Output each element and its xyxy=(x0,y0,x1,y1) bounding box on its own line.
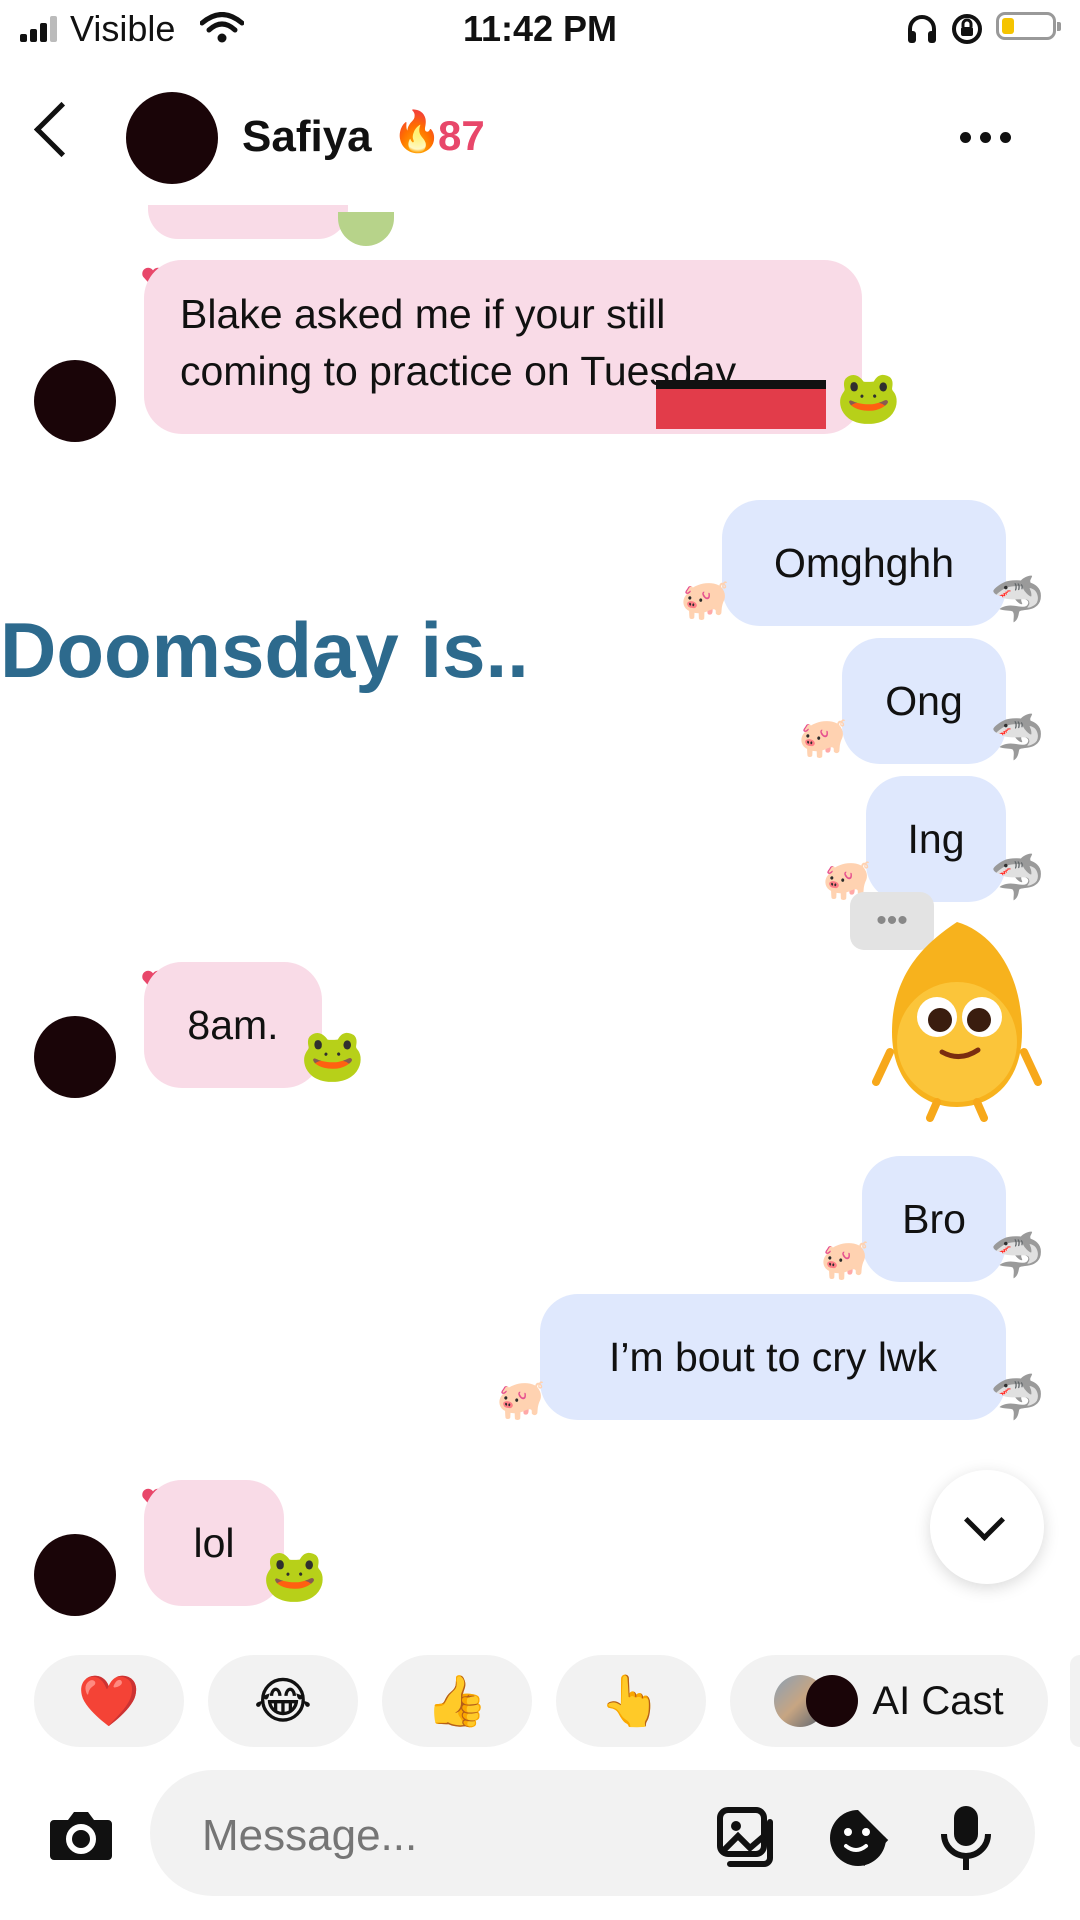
outgoing-message-bubble[interactable]: I’m bout to cry lwk xyxy=(540,1294,1006,1420)
overlay-caption: Doomsday is.. xyxy=(0,606,529,694)
pig-sticker-icon: 🐖 xyxy=(496,1378,546,1422)
laughing-emoji-icon: 😂 xyxy=(253,1673,313,1729)
pig-sticker-icon: 🐖 xyxy=(820,1238,870,1282)
quick-reaction-laugh[interactable]: 😂 xyxy=(208,1655,358,1747)
gallery-icon[interactable] xyxy=(716,1806,780,1868)
chevron-down-icon xyxy=(963,1499,1006,1542)
ai-cast-label: AI Cast xyxy=(872,1678,1004,1723)
back-button[interactable] xyxy=(33,101,90,158)
sticker-icon[interactable] xyxy=(826,1806,890,1870)
status-bar: Visible 11:42 PM xyxy=(0,0,1080,60)
frog-sticker-icon: 🐸 xyxy=(262,1547,327,1605)
outgoing-message-bubble[interactable]: Ong xyxy=(842,638,1006,764)
orientation-lock-icon xyxy=(952,14,982,44)
headphones-icon xyxy=(908,15,936,43)
shark-sticker-icon: 🦈 xyxy=(990,1373,1045,1422)
incoming-message-bubble[interactable]: 8am. xyxy=(144,962,322,1088)
message-text: I’m bout to cry lwk xyxy=(608,1334,938,1380)
message-text: Omghghh xyxy=(773,540,955,586)
message-text: Ong xyxy=(885,678,963,724)
message-text: lol xyxy=(193,1520,235,1566)
text-underline xyxy=(656,380,826,389)
shark-sticker-icon: 🦈 xyxy=(990,713,1045,762)
ai-cast-button[interactable]: AI Cast xyxy=(730,1655,1048,1747)
pointing-hand-emoji-icon: 👆 xyxy=(599,1672,663,1729)
message-text: Bro xyxy=(902,1196,966,1242)
contact-name[interactable]: Safiya xyxy=(242,112,372,162)
scroll-to-bottom-button[interactable] xyxy=(930,1470,1044,1584)
microphone-icon[interactable] xyxy=(940,1804,992,1872)
ai-avatar xyxy=(806,1675,859,1727)
sender-avatar xyxy=(34,1016,116,1098)
thumbs-up-emoji-icon: 👍 xyxy=(425,1672,489,1729)
shark-sticker-icon: 🦈 xyxy=(990,1231,1045,1280)
camera-icon[interactable] xyxy=(48,1806,114,1864)
shark-sticker-icon: 🦈 xyxy=(990,575,1045,624)
contact-avatar[interactable] xyxy=(126,92,218,184)
outgoing-message-bubble[interactable]: Bro xyxy=(862,1156,1006,1282)
mascot-sticker-icon xyxy=(872,922,1042,1122)
fire-icon: 🔥 xyxy=(392,110,442,154)
quick-reaction-more[interactable] xyxy=(1070,1655,1080,1747)
redaction-mark xyxy=(656,389,826,429)
message-text-line: Blake asked me if your still xyxy=(180,291,666,337)
quick-reaction-heart[interactable]: ❤️ xyxy=(34,1655,184,1747)
shark-sticker-icon: 🦈 xyxy=(990,853,1045,902)
heart-emoji-icon: ❤️ xyxy=(77,1672,141,1729)
frog-sticker-icon xyxy=(338,212,394,246)
pig-sticker-icon: 🐖 xyxy=(680,578,730,622)
quick-reaction-point[interactable]: 👆 xyxy=(556,1655,706,1747)
quick-reaction-thumbs-up[interactable]: 👍 xyxy=(382,1655,532,1747)
frog-sticker-icon: 🐸 xyxy=(836,369,901,427)
frog-sticker-icon: 🐸 xyxy=(300,1027,365,1085)
pig-sticker-icon: 🐖 xyxy=(798,716,848,760)
streak-count: 87 xyxy=(438,112,485,159)
ai-cast-avatars xyxy=(774,1675,859,1727)
previous-message-bubble[interactable] xyxy=(148,205,348,239)
sender-avatar xyxy=(34,1534,116,1616)
message-input[interactable] xyxy=(200,1800,704,1872)
message-text: Ing xyxy=(907,816,965,862)
message-text: 8am. xyxy=(187,1002,279,1048)
outgoing-message-bubble[interactable]: Omghghh xyxy=(722,500,1006,626)
outgoing-message-bubble[interactable]: Ing xyxy=(866,776,1006,902)
sender-avatar xyxy=(34,360,116,442)
battery-icon xyxy=(996,12,1061,40)
more-options-button[interactable] xyxy=(960,117,1030,157)
